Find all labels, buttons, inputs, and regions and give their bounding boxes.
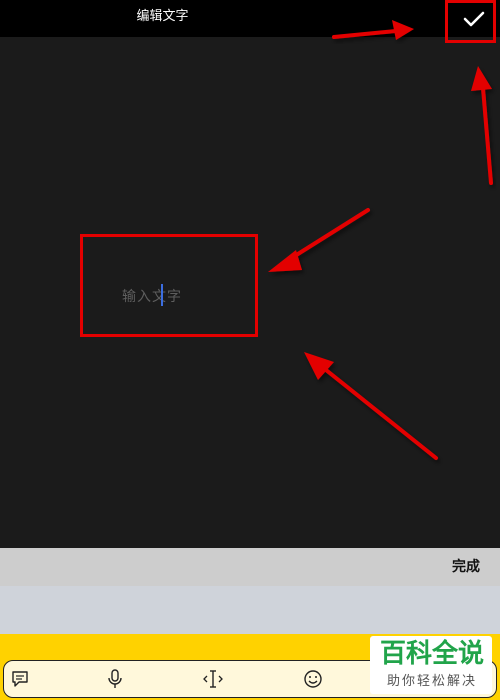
watermark-subtitle: 助你轻松解决 — [386, 674, 477, 689]
watermark-logo: 百科全说 助你轻松解决 — [370, 636, 492, 694]
comment-icon[interactable] — [6, 665, 34, 693]
text-cursor-icon[interactable] — [199, 665, 227, 693]
top-bar: 编辑文字 — [0, 0, 500, 37]
annotation-box-input — [80, 234, 258, 337]
emoji-icon[interactable] — [299, 665, 327, 693]
done-button[interactable]: 完成 — [452, 548, 480, 586]
page-title: 编辑文字 — [136, 9, 189, 24]
keyboard-accessory-bar: 完成 — [0, 548, 500, 586]
annotation-box-confirm — [445, 0, 496, 43]
watermark-title: 百科全说 — [379, 639, 484, 669]
keyboard-area — [0, 586, 500, 634]
microphone-icon[interactable] — [101, 665, 129, 693]
